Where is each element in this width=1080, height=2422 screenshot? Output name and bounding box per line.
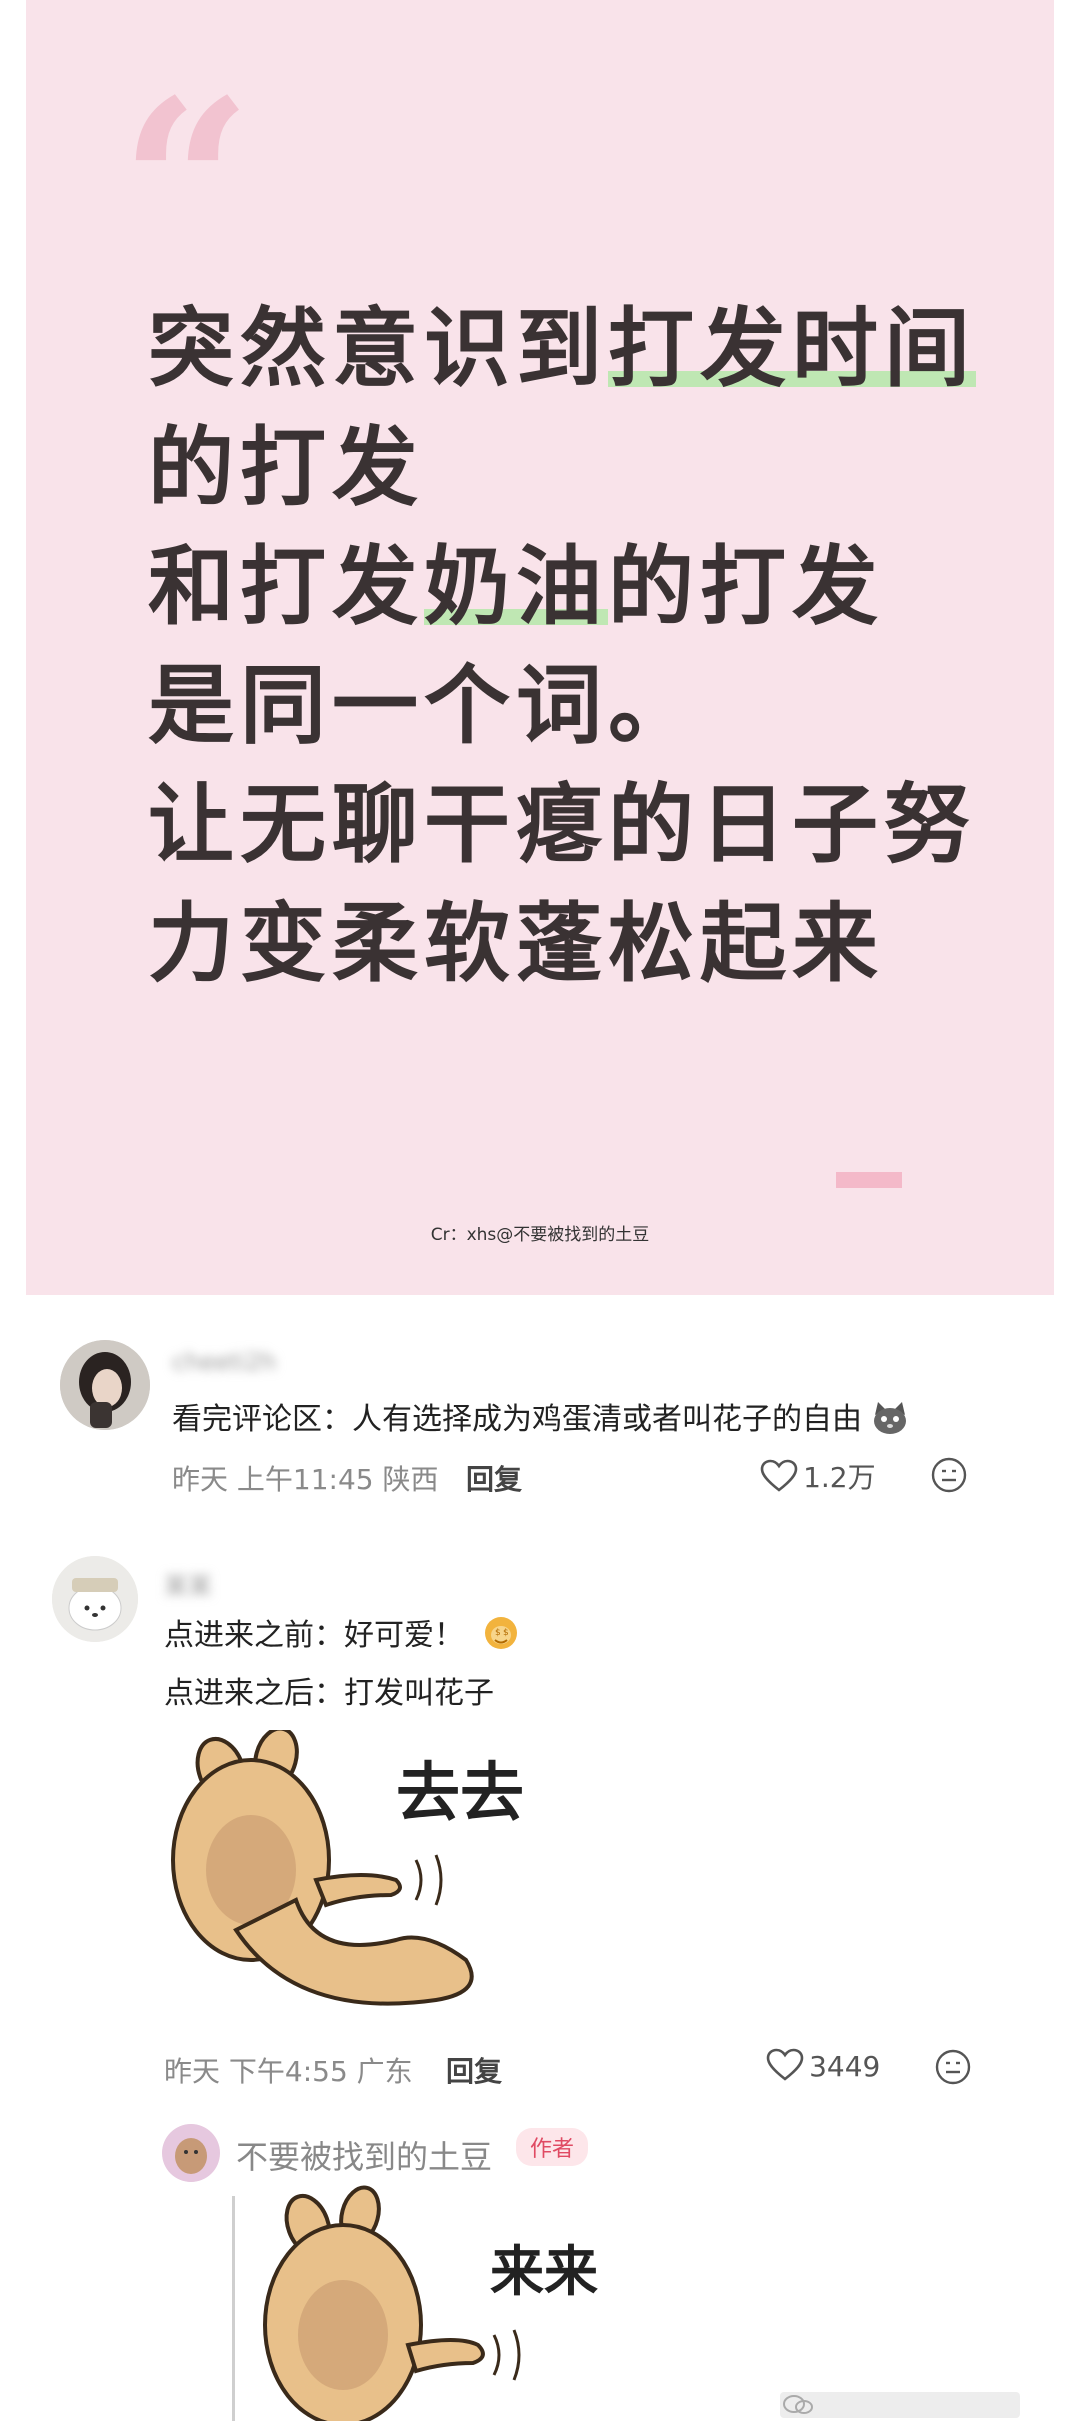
quote-line: 是同一个词。 [148,656,700,756]
sticker-image[interactable]: 去去 [166,1726,536,2030]
author-badge: 作者 [516,2128,589,2166]
quote-line: 的打发 [148,418,424,518]
sticker-caption: 来来 [490,2240,598,2303]
author-name[interactable]: 不要被找到的土豆 [236,2132,492,2178]
quote-line: 力变柔软蓬松起来 [148,894,884,994]
like-count: 3449 [809,2050,881,2083]
svg-text:$: $ [503,1628,509,1638]
money-face-emoji-icon: $ $ [482,1613,520,1659]
comment-text-line: 点进来之后：打发叫花子 [164,1676,494,1711]
emoji-reaction-button[interactable] [930,1456,968,1498]
comment-meta: 昨天 下午4:55 广东 [164,2055,413,2088]
emoji-reaction-icon [930,1456,968,1498]
like-button[interactable]: 3449 [766,2048,880,2086]
reply-button[interactable]: 回复 [466,1458,522,1498]
heart-icon [760,1459,798,1497]
sticker-image[interactable]: 来来 [258,2185,618,2421]
quote-line: 和打发奶油的打发 [148,537,884,637]
sticker-caption: 去去 [396,1757,524,1831]
avatar[interactable] [60,1340,150,1430]
quote-text: 突然意识到打发时间 的打发 和打发奶油的打发 是同一个词。 让无聊干瘪的日子努 … [148,290,976,1004]
heart-icon [766,2048,804,2086]
cat-emoji-icon [872,1401,908,1443]
comment-text-line: 点进来之前：好可爱！ $ $ [164,1610,520,1659]
quote-line: 突然意识到打发时间 [148,299,976,399]
reply-button[interactable]: 回复 [446,2050,502,2090]
quote-line: 让无聊干瘪的日子努 [148,775,976,875]
quote-credit: Cr：xhs@不要被找到的土豆 [430,1225,650,1245]
emoji-reaction-button[interactable] [934,2048,972,2090]
username[interactable]: cheeti2h [172,1348,277,1376]
wechat-watermark-icon [780,2392,1020,2418]
quote-mark-icon: “ [120,50,253,320]
avatar[interactable] [52,1556,138,1642]
like-count: 1.2万 [803,1461,876,1494]
comment-text: 看完评论区：人有选择成为鸡蛋清或者叫花子的自由 [172,1394,908,1443]
author-avatar[interactable] [162,2124,220,2182]
reply-thread-line [232,2196,235,2421]
svg-text:$: $ [495,1628,501,1638]
like-button[interactable]: 1.2万 [760,1456,876,1497]
decorative-bar [836,1172,902,1188]
comment-meta: 昨天 上午11:45 陕西 [172,1463,439,1496]
username[interactable]: 某某 [164,1566,212,1601]
emoji-reaction-icon [934,2048,972,2090]
